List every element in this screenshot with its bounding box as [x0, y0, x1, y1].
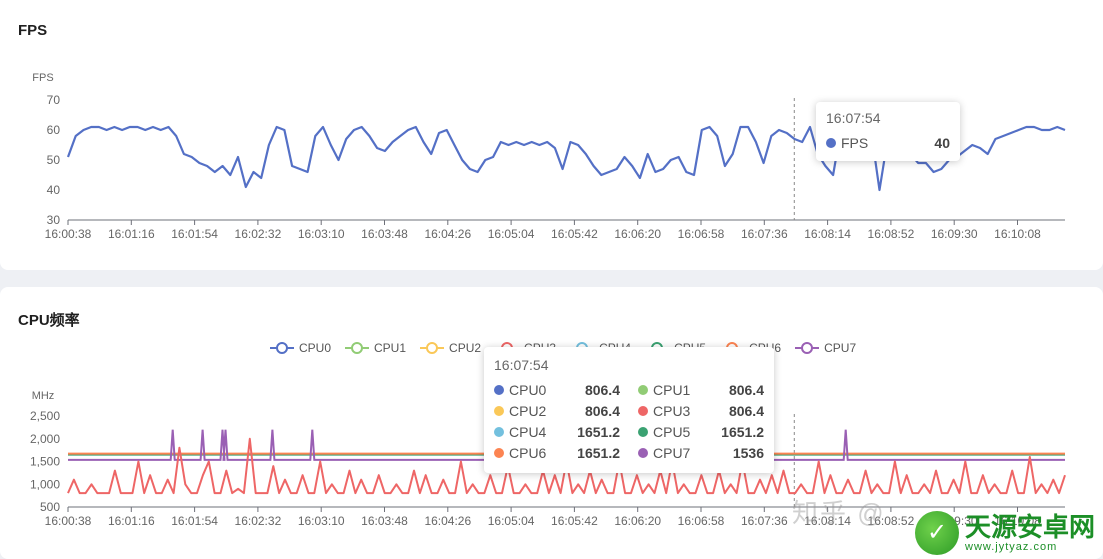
- fps-tooltip-time: 16:07:54: [826, 110, 881, 126]
- fps-series-dot: [826, 137, 836, 148]
- cpu-tooltip-row-cpu3: CPU3 806.4: [638, 400, 764, 421]
- cpu-x-tick-label: 16:05:42: [551, 514, 598, 528]
- cpu-tooltip-value: 806.4: [728, 402, 764, 419]
- fps-x-tick-label: 16:05:04: [488, 227, 535, 241]
- fps-x-tick-label: 16:03:10: [298, 227, 345, 241]
- cpu-y-tick-label: 1,000: [30, 477, 60, 491]
- cpu-tooltip-name: CPU7: [653, 444, 691, 461]
- cpu-tooltip-time: 16:07:54: [494, 357, 549, 373]
- cpu-tooltip-name: CPU0: [509, 381, 547, 398]
- fps-x-tick-label: 16:06:20: [614, 227, 661, 241]
- brand-watermark: ✓ 天源安卓网 www.jytyaz.com: [915, 506, 1103, 559]
- fps-x-tick-label: 16:02:32: [235, 227, 282, 241]
- series-dot: [494, 384, 504, 395]
- cpu-tooltip-value: 1651.2: [577, 423, 620, 440]
- fps-y-tick-label: 70: [47, 93, 61, 107]
- fps-x-tick-label: 16:08:14: [804, 227, 851, 241]
- brand-name: 天源安卓网: [965, 511, 1096, 542]
- cpu-x-tick-label: 16:06:20: [614, 514, 661, 528]
- fps-y-axis-label: FPS: [32, 72, 53, 84]
- cpu-tooltip-value: 806.4: [584, 402, 620, 419]
- fps-x-tick-label: 16:10:08: [994, 227, 1041, 241]
- fps-x-tick-label: 16:05:42: [551, 227, 598, 241]
- cpu-x-tick-label: 16:00:38: [45, 514, 92, 528]
- fps-y-tick-label: 60: [47, 123, 61, 137]
- cpu-x-tick-label: 16:03:48: [361, 514, 408, 528]
- cpu-tooltip-row-cpu6: CPU6 1651.2: [494, 442, 620, 463]
- cpu-tooltip-row-cpu5: CPU5 1651.2: [638, 421, 764, 442]
- cpu-x-tick-label: 16:01:54: [171, 514, 218, 528]
- series-dot: [494, 426, 504, 437]
- fps-x-tick-label: 16:01:54: [171, 227, 218, 241]
- cpu-y-tick-label: 1,500: [30, 455, 60, 469]
- fps-y-tick-label: 40: [47, 183, 61, 197]
- fps-y-tick-label: 30: [47, 213, 61, 227]
- cpu-tooltip-value: 1651.2: [577, 444, 620, 461]
- cpu-tooltip: 16:07:54 CPU0 806.4 CPU1 806.4 CPU2 806.4 CPU3…: [484, 347, 774, 473]
- zhihu-watermark: 知乎 @: [792, 498, 886, 528]
- cpu-x-tick-label: 16:02:32: [235, 514, 282, 528]
- cpu-tooltip-name: CPU5: [653, 423, 691, 440]
- cpu-tooltip-row-cpu2: CPU2 806.4: [494, 400, 620, 421]
- cpu-tooltip-row-cpu4: CPU4 1651.2: [494, 421, 620, 442]
- brand-logo-icon: ✓: [915, 510, 959, 555]
- cpu-tooltip-value: 806.4: [584, 381, 620, 398]
- fps-tooltip: 16:07:54 FPS 40: [816, 102, 960, 161]
- cpu-x-tick-label: 16:05:04: [488, 514, 535, 528]
- cpu-tooltip-value: 1651.2: [721, 423, 764, 440]
- cpu-x-tick-label: 16:01:16: [108, 514, 155, 528]
- cpu-tooltip-name: CPU4: [509, 423, 547, 440]
- cpu-x-tick-label: 16:04:26: [424, 514, 471, 528]
- fps-x-tick-label: 16:04:26: [424, 227, 471, 241]
- cpu-tooltip-row-cpu0: CPU0 806.4: [494, 379, 620, 400]
- cpu-tooltip-name: CPU1: [653, 381, 691, 398]
- fps-tooltip-value: 40: [934, 134, 950, 151]
- brand-url: www.jytyaz.com: [965, 540, 1058, 553]
- fps-x-tick-label: 16:09:30: [931, 227, 978, 241]
- cpu-y-tick-label: 500: [40, 500, 60, 514]
- cpu-y-tick-label: 2,500: [30, 409, 60, 423]
- cpu-tooltip-value: 806.4: [728, 381, 764, 398]
- cpu-tooltip-rows: CPU0 806.4 CPU1 806.4 CPU2 806.4 CPU3 806.4 CPU4…: [494, 379, 764, 463]
- fps-x-tick-label: 16:00:38: [45, 227, 92, 241]
- cpu-x-tick-label: 16:06:58: [678, 514, 725, 528]
- cpu-tooltip-name: CPU6: [509, 444, 547, 461]
- fps-x-tick-label: 16:08:52: [868, 227, 915, 241]
- series-dot: [638, 384, 648, 395]
- fps-x-tick-label: 16:03:48: [361, 227, 408, 241]
- cpu-tooltip-name: CPU3: [653, 402, 691, 419]
- cpu-tooltip-row-cpu1: CPU1 806.4: [638, 379, 764, 400]
- series-dot: [638, 447, 648, 458]
- fps-y-tick-label: 50: [47, 153, 61, 167]
- fps-x-tick-label: 16:06:58: [678, 227, 725, 241]
- series-dot: [638, 405, 648, 416]
- fps-x-tick-label: 16:01:16: [108, 227, 155, 241]
- cpu-x-tick-label: 16:03:10: [298, 514, 345, 528]
- series-dot: [494, 405, 504, 416]
- cpu-y-axis-label: MHz: [32, 390, 55, 402]
- fps-x-tick-label: 16:07:36: [741, 227, 788, 241]
- cpu-tooltip-row-cpu7: CPU7 1536: [638, 442, 764, 463]
- cpu-x-tick-label: 16:07:36: [741, 514, 788, 528]
- series-dot: [638, 426, 648, 437]
- fps-panel: FPS FPS 70 60 50 40 30 16:00:38 16:01:16 16:01:5…: [0, 0, 1103, 270]
- cpu-y-tick-label: 2,000: [30, 432, 60, 446]
- series-dot: [494, 447, 504, 458]
- cpu-tooltip-value: 1536: [732, 444, 764, 461]
- cpu-tooltip-name: CPU2: [509, 402, 547, 419]
- fps-tooltip-series: FPS: [841, 134, 869, 151]
